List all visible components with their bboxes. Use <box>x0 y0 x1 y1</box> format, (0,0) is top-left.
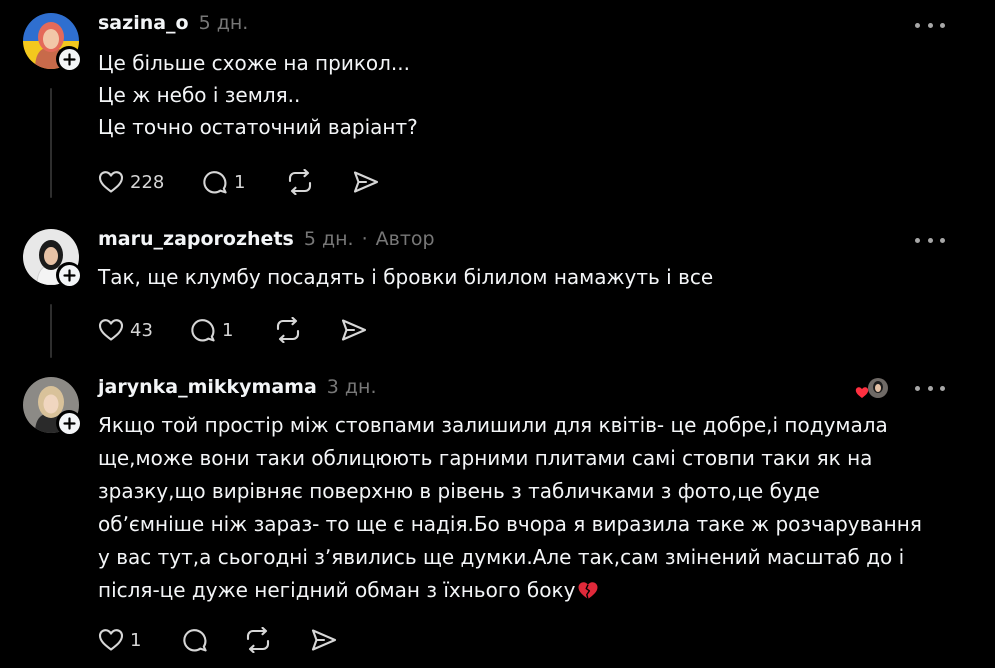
username[interactable]: maru_zaporozhets <box>98 228 294 250</box>
reply-button[interactable]: 1 <box>190 314 274 346</box>
like-button[interactable]: 228 <box>98 166 202 198</box>
share-button[interactable] <box>340 314 380 346</box>
avatar-wrap[interactable] <box>23 229 82 288</box>
repost-button[interactable] <box>286 166 352 198</box>
liked-by-author-icon[interactable] <box>854 377 890 401</box>
send-icon <box>353 171 379 193</box>
author-label: Автор <box>375 228 435 250</box>
action-bar: 43 1 <box>98 314 380 346</box>
repost-icon <box>246 627 270 653</box>
text-line: Так, ще клумбу посадять і бровки білилом… <box>98 265 714 289</box>
comment-text: Так, ще клумбу посадять і бровки білилом… <box>98 261 948 293</box>
more-horizontal-icon <box>915 385 920 391</box>
reply-button[interactable] <box>182 624 244 656</box>
like-count: 1 <box>130 629 142 651</box>
like-count: 43 <box>130 319 153 341</box>
comment-item: maru_zaporozhets 5 дн. · Автор Так, ще к… <box>0 210 995 360</box>
broken-heart-emoji <box>578 582 598 600</box>
timestamp[interactable]: 3 дн. <box>327 376 377 398</box>
comment-header: jarynka_mikkymama 3 дн. <box>98 376 377 398</box>
heart-outline-icon <box>98 629 124 651</box>
more-options-button[interactable] <box>915 20 945 30</box>
comment-bubble-icon <box>183 629 207 652</box>
reply-count: 1 <box>222 319 234 341</box>
more-horizontal-icon <box>915 22 920 28</box>
comment-bubble-icon <box>191 319 215 342</box>
heart-outline-icon <box>98 319 124 341</box>
plus-icon <box>62 268 76 282</box>
text-line: у вас тут,а сьогодні зʼявились ще думки.… <box>98 545 905 569</box>
text-line: Це точно остаточний варіант? <box>98 115 418 139</box>
follow-button[interactable] <box>56 410 82 436</box>
text-line: обʼємніше ніж зараз- то ще є надія.Бо вч… <box>98 512 922 536</box>
timestamp[interactable]: 5 дн. <box>304 228 354 250</box>
text-line: Якщо той простір між стовпами залишили д… <box>98 413 888 437</box>
comment-text: Це більше схоже на прикол... Це ж небо і… <box>98 47 948 143</box>
action-bar: 1 <box>98 624 350 656</box>
text-line: Це більше схоже на прикол... <box>98 51 410 75</box>
comment-bubble-icon <box>203 171 227 194</box>
like-button[interactable]: 1 <box>98 624 182 656</box>
plus-icon <box>62 52 76 66</box>
timestamp[interactable]: 5 дн. <box>199 12 249 34</box>
send-icon <box>341 319 367 341</box>
avatar-wrap[interactable] <box>23 377 82 436</box>
share-button[interactable] <box>310 624 350 656</box>
comment-header: maru_zaporozhets 5 дн. · Автор <box>98 228 435 250</box>
like-count: 228 <box>130 171 165 193</box>
text-line: Це ж небо і земля.. <box>98 83 301 107</box>
more-options-button[interactable] <box>915 235 945 245</box>
reply-button[interactable]: 1 <box>202 166 286 198</box>
text-line: після-це дуже негідний обман з їхнього б… <box>98 578 576 602</box>
repost-button[interactable] <box>244 624 310 656</box>
share-button[interactable] <box>352 166 392 198</box>
plus-icon <box>62 416 76 430</box>
repost-button[interactable] <box>274 314 340 346</box>
heart-outline-icon <box>98 171 124 193</box>
separator: · <box>361 228 368 250</box>
comment-text: Якщо той простір між стовпами залишили д… <box>98 409 948 607</box>
comment-header: sazina_o 5 дн. <box>98 12 248 34</box>
username[interactable]: jarynka_mikkymama <box>98 376 317 398</box>
send-icon <box>311 629 337 651</box>
repost-icon <box>288 169 312 195</box>
text-line: ще,може вони таки облицюють гарними плит… <box>98 446 873 470</box>
more-horizontal-icon <box>915 237 920 243</box>
repost-icon <box>276 317 300 343</box>
reply-count: 1 <box>234 171 246 193</box>
comment-item: sazina_o 5 дн. Це більше схоже на прикол… <box>0 0 995 210</box>
more-options-button[interactable] <box>915 383 945 393</box>
follow-button[interactable] <box>56 262 82 288</box>
avatar-wrap[interactable] <box>23 13 82 72</box>
action-bar: 228 1 <box>98 166 392 198</box>
thread-line <box>50 304 52 358</box>
follow-button[interactable] <box>56 46 82 72</box>
like-button[interactable]: 43 <box>98 314 190 346</box>
username[interactable]: sazina_o <box>98 12 189 34</box>
comment-item: jarynka_mikkymama 3 дн. Якщо той простір… <box>0 360 995 668</box>
text-line: зразку,що вирівняє поверхню в рівень з т… <box>98 479 820 503</box>
text-line-last: після-це дуже негідний обман з їхнього б… <box>98 574 948 607</box>
thread-line <box>50 88 52 198</box>
